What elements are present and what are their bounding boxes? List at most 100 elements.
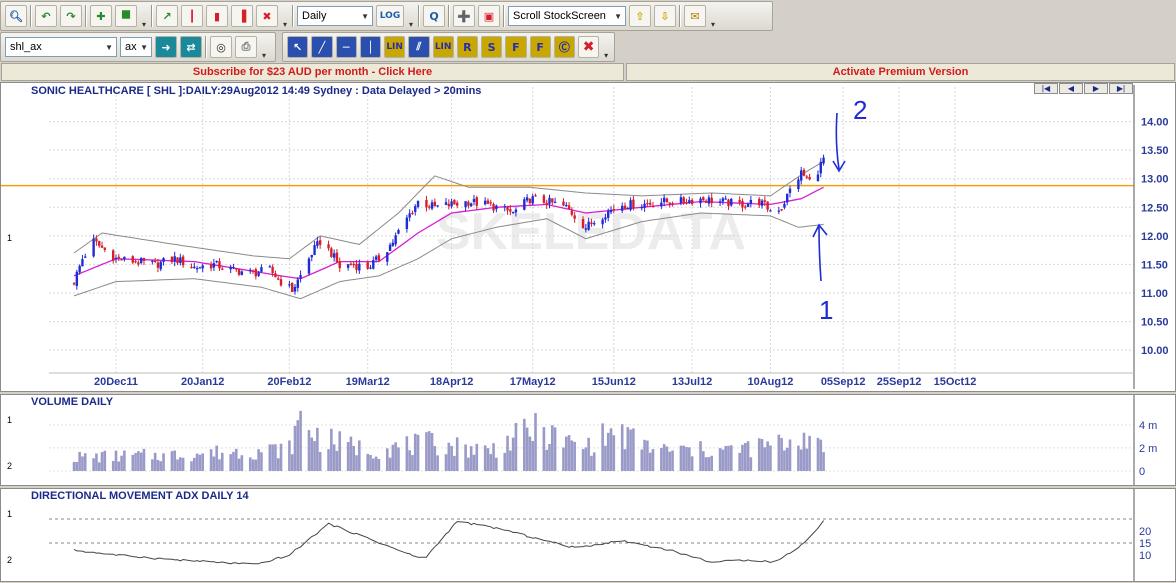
volume-bar bbox=[808, 435, 811, 471]
mail-icon[interactable]: ✉ bbox=[684, 5, 706, 27]
candle-body bbox=[299, 274, 302, 279]
candle-body bbox=[366, 262, 369, 269]
volume-bar bbox=[293, 425, 297, 471]
add-window-icon[interactable]: ➕ bbox=[453, 5, 475, 27]
volume-bar bbox=[704, 457, 708, 471]
text-tool-icon[interactable]: Ⓒ bbox=[553, 36, 575, 58]
last-icon[interactable]: ▶| bbox=[1109, 83, 1133, 94]
line-chart-icon[interactable]: ↗ bbox=[156, 5, 178, 27]
toolbar-grip-icon[interactable]: ▾ bbox=[140, 3, 148, 29]
toolbar-grip-icon[interactable]: ▾ bbox=[260, 34, 268, 60]
candle-body bbox=[816, 174, 820, 182]
period-select[interactable]: Daily ▼ bbox=[297, 6, 373, 26]
candle-body bbox=[640, 207, 643, 209]
subscribe-banner[interactable]: Subscribe for $23 AUD per month - Click … bbox=[1, 63, 624, 81]
volume-bar bbox=[427, 431, 431, 471]
parallel-lines-tool-icon[interactable]: ⫽ bbox=[408, 36, 430, 58]
linear-regression-tool[interactable]: LIN bbox=[384, 36, 406, 58]
volume-bar bbox=[215, 445, 218, 471]
log-scale-label: LOG bbox=[379, 11, 401, 21]
scroll-down-icon[interactable]: ⇩ bbox=[654, 5, 676, 27]
support-tool[interactable]: S bbox=[481, 36, 503, 58]
next-icon[interactable]: ▶ bbox=[1084, 83, 1108, 94]
candle-body bbox=[797, 179, 800, 190]
delete-drawing-icon[interactable]: ✖ bbox=[578, 36, 600, 58]
volume-bar bbox=[232, 451, 235, 471]
quote-icon[interactable]: Q bbox=[423, 5, 445, 27]
candle-body bbox=[75, 271, 79, 286]
tool-label: LIN bbox=[434, 42, 452, 52]
volume-bar bbox=[137, 451, 140, 471]
candlestick-chart-icon[interactable]: ▮ bbox=[206, 5, 228, 27]
candle-body bbox=[260, 267, 263, 272]
volume-bar bbox=[195, 453, 199, 471]
volume-bar bbox=[509, 450, 512, 471]
redo-icon[interactable]: ↷ bbox=[60, 5, 82, 27]
previous-icon[interactable]: ◀ bbox=[1059, 83, 1083, 94]
candle-body bbox=[489, 202, 492, 204]
premium-banner[interactable]: Activate Premium Version bbox=[626, 63, 1175, 81]
volume-bar bbox=[590, 455, 593, 471]
volume-bar bbox=[472, 454, 476, 471]
channel-tool[interactable]: LIN bbox=[432, 36, 454, 58]
point-figure-icon[interactable]: ✖ bbox=[256, 5, 278, 27]
zoom-icon[interactable]: 🔍︎ bbox=[5, 5, 27, 27]
volume-bar bbox=[486, 448, 490, 471]
toolbar-grip-icon[interactable]: ▾ bbox=[709, 3, 717, 29]
volume-bar bbox=[330, 428, 333, 471]
pointer-tool-icon[interactable]: ↖ bbox=[287, 36, 309, 58]
volume-bar bbox=[581, 449, 585, 471]
adx-panel[interactable]: 10 15 20 DIRECTIONAL MOVEMENT ADX DAILY 14… bbox=[0, 488, 1176, 582]
fibonacci-fan-tool[interactable]: F bbox=[529, 36, 551, 58]
binoculars-icon[interactable]: ◎ bbox=[210, 36, 232, 58]
volume-panel[interactable]: 0 2 m 4 m VOLUME DAILY 1 2 bbox=[0, 394, 1176, 486]
horizontal-line-tool-icon[interactable]: ─ bbox=[335, 36, 357, 58]
candle-body bbox=[201, 265, 204, 269]
volume-bar bbox=[229, 454, 232, 471]
undo-icon[interactable]: ↶ bbox=[35, 5, 57, 27]
adx-chart[interactable]: 101520 bbox=[1, 489, 1175, 581]
volume-bar bbox=[123, 450, 126, 471]
volume-bar bbox=[274, 444, 277, 471]
go-icon[interactable]: ➜ bbox=[155, 36, 177, 58]
crosshair-icon[interactable]: ✚ bbox=[90, 5, 112, 27]
ohlc-chart-icon[interactable]: ┃ bbox=[181, 5, 203, 27]
tool-label: F bbox=[536, 40, 544, 54]
refresh-icon[interactable]: ⇄ bbox=[180, 36, 202, 58]
volume-bar bbox=[690, 456, 694, 471]
log-scale-button[interactable]: LOG bbox=[376, 5, 404, 27]
candle-body bbox=[562, 201, 565, 206]
layout-icon[interactable]: ⯀ bbox=[115, 5, 137, 27]
fibonacci-retracement-tool[interactable]: F bbox=[505, 36, 527, 58]
vertical-line-tool-icon[interactable]: │ bbox=[359, 36, 381, 58]
exchange-select[interactable]: ax ▼ bbox=[120, 37, 152, 57]
bar-chart-icon[interactable]: ▐ bbox=[231, 5, 253, 27]
price-panel[interactable]: SKELEDATA 10.00 10.50 11.00 11.50 12.00 12.50… bbox=[0, 82, 1176, 392]
candle-body bbox=[411, 212, 414, 215]
scroll-up-icon[interactable]: ⇧ bbox=[629, 5, 651, 27]
print-icon[interactable]: ⎙ bbox=[235, 36, 257, 58]
volume-row-label-2: 2 bbox=[7, 461, 13, 471]
candle-body bbox=[648, 202, 652, 205]
volume-bar bbox=[724, 446, 727, 471]
volume-bar bbox=[601, 423, 604, 471]
volume-chart[interactable]: 0 2 m 4 m bbox=[1, 395, 1175, 485]
symbol-input[interactable]: shl_ax ▼ bbox=[5, 37, 117, 57]
volume-panel-title: VOLUME DAILY bbox=[31, 396, 114, 408]
toolbar-grip-icon[interactable]: ▾ bbox=[602, 34, 610, 60]
trendline-tool-icon[interactable]: ╱ bbox=[311, 36, 333, 58]
candle-body bbox=[581, 219, 585, 229]
volume-bar bbox=[467, 457, 470, 471]
candle-body bbox=[310, 254, 313, 258]
volume-bar bbox=[564, 436, 568, 471]
candle-body bbox=[486, 200, 490, 204]
chart-type-dropdown-icon[interactable]: ▾ bbox=[281, 3, 289, 29]
volume-bar bbox=[626, 427, 630, 471]
remove-window-icon[interactable]: ▣ bbox=[478, 5, 500, 27]
first-icon[interactable]: |◀ bbox=[1034, 83, 1058, 94]
volume-bar bbox=[257, 449, 260, 471]
price-chart[interactable]: SKELEDATA 10.00 10.50 11.00 11.50 12.00 12.50… bbox=[1, 83, 1175, 391]
scroll-stockscreen-select[interactable]: Scroll StockScreen ▼ bbox=[508, 6, 626, 26]
toolbar-grip-icon[interactable]: ▾ bbox=[407, 3, 415, 29]
resistance-tool[interactable]: R bbox=[456, 36, 478, 58]
